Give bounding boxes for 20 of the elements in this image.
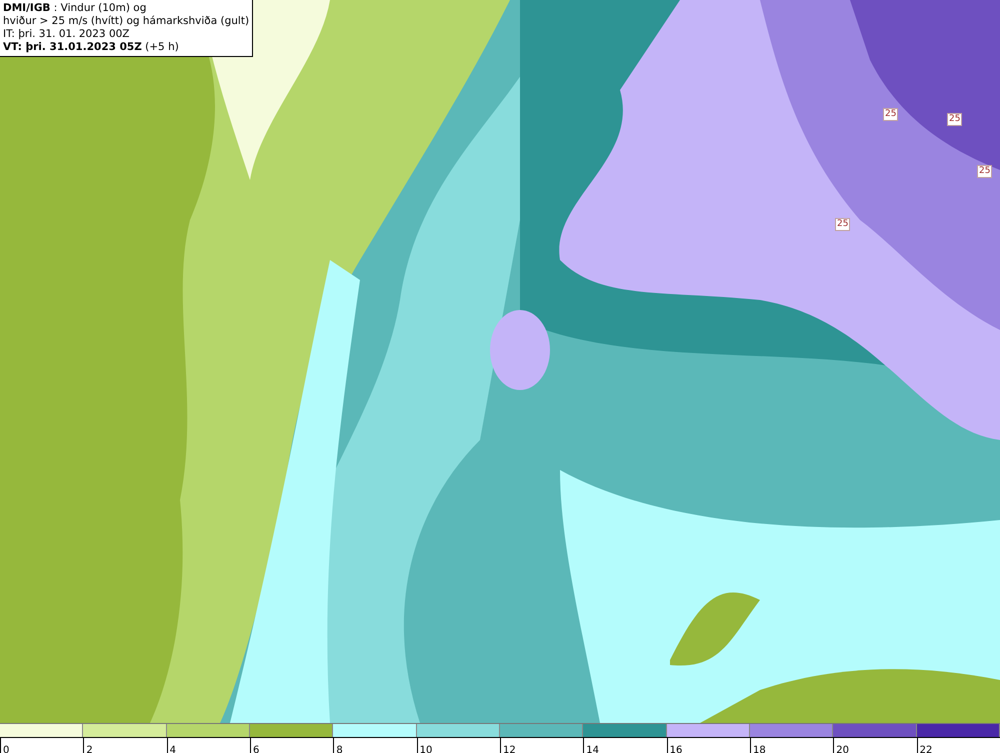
contour-label: 25	[947, 113, 962, 126]
contour-label: 25	[835, 218, 850, 231]
contour-label: 25	[977, 165, 992, 178]
legend-label: 20	[836, 745, 850, 753]
title-line: VT: þri. 31.01.2023 05Z (+5 h)	[3, 41, 180, 54]
title-line: DMI/IGB : Vindur (10m) og	[3, 2, 148, 15]
legend-label: 8	[336, 745, 343, 753]
title-line: hviður > 25 m/s (hvítt) og hámarkshviða (gult)	[3, 15, 250, 28]
legend-label: 14	[586, 745, 600, 753]
legend-label: 10	[420, 745, 432, 753]
legend-label: 2	[86, 745, 93, 753]
legend-label: 6	[252, 745, 260, 753]
legend-label: 4	[170, 745, 176, 753]
title-line: IT: þri. 31. 01. 2023 00Z	[3, 28, 130, 41]
legend-label: 16	[670, 745, 682, 753]
legend-label: 18	[752, 745, 766, 753]
legend-label: 12	[502, 745, 516, 753]
legend-label: 0	[3, 745, 10, 753]
legend-label: 22	[920, 745, 932, 753]
contour-label: 25	[883, 108, 898, 121]
